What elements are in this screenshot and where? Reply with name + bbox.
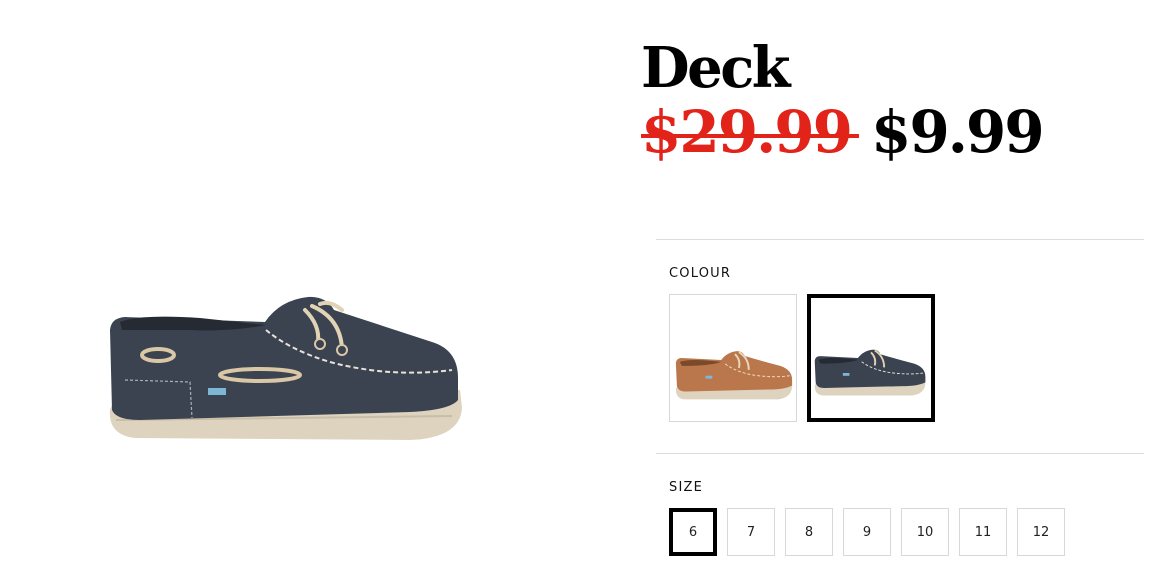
size-options: 6 7 8 9 10 11 12 (669, 508, 1065, 556)
colour-label: COLOUR (669, 266, 732, 281)
size-option-8[interactable]: 8 (785, 508, 833, 556)
price-row: $29.99 $9.99 (641, 92, 1045, 172)
divider (656, 453, 1144, 454)
tan-boat-shoe-thumbnail-icon (675, 351, 793, 400)
size-option-12[interactable]: 12 (1017, 508, 1065, 556)
size-label: SIZE (669, 480, 704, 495)
size-option-11[interactable]: 11 (959, 508, 1007, 556)
size-option-6[interactable]: 6 (669, 508, 717, 556)
divider (656, 239, 1144, 240)
original-price: $29.99 (641, 92, 859, 172)
size-option-10[interactable]: 10 (901, 508, 949, 556)
colour-swatch-navy[interactable] (807, 294, 935, 422)
boat-shoe-image (109, 296, 463, 440)
size-option-7[interactable]: 7 (727, 508, 775, 556)
product-main-image (80, 270, 490, 470)
colour-swatch-tan[interactable] (669, 294, 797, 422)
size-option-9[interactable]: 9 (843, 508, 891, 556)
navy-boat-shoe-thumbnail-icon (814, 349, 926, 396)
sale-price: $9.99 (870, 98, 1045, 166)
